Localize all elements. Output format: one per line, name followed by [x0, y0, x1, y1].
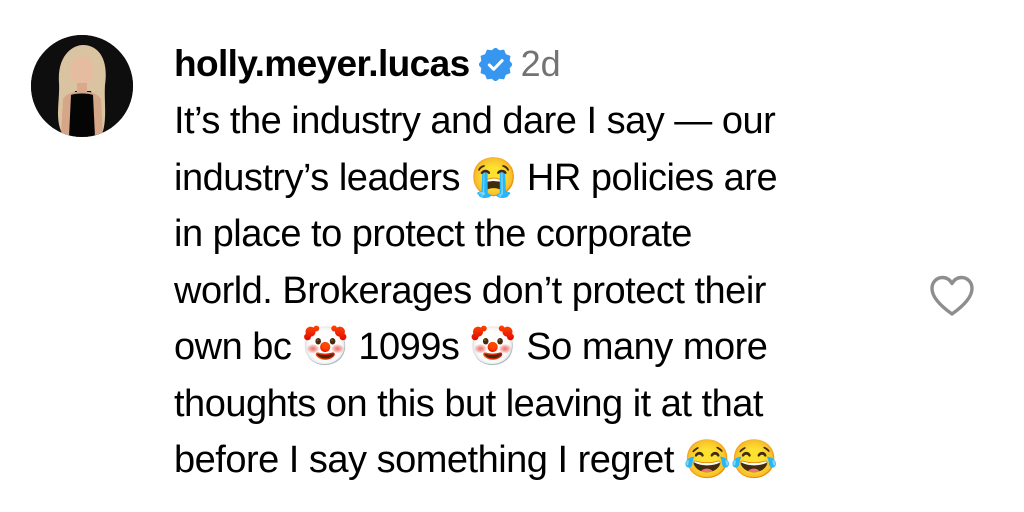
- comment-line: before I say something I regret 😂😂: [174, 439, 778, 481]
- like-button[interactable]: [928, 274, 976, 318]
- comment-line: thoughts on this but leaving it at that: [174, 382, 763, 425]
- profile-photo-image: [31, 35, 133, 137]
- username-link[interactable]: holly.meyer.lucas: [174, 43, 470, 85]
- comment-line: world. Brokerages don’t protect their: [174, 269, 766, 312]
- heart-outline-icon: [930, 275, 974, 316]
- comment-line: own bc 🤡 1099s 🤡 So many more: [174, 326, 768, 368]
- comment-item: holly.meyer.lucas 2d It’s the industry a…: [0, 0, 1024, 512]
- comment-body: holly.meyer.lucas 2d It’s the industry a…: [174, 38, 894, 489]
- comment-timestamp[interactable]: 2d: [521, 43, 561, 85]
- comment-text: It’s the industry and dare I say — our i…: [174, 93, 894, 489]
- avatar[interactable]: [31, 35, 133, 137]
- comment-line: It’s the industry and dare I say — our: [174, 100, 776, 142]
- comment-line: in place to protect the corporate: [174, 213, 692, 255]
- comment-header: holly.meyer.lucas 2d: [174, 38, 894, 90]
- verified-badge-icon: [477, 46, 513, 82]
- comment-line: industry’s leaders 😭 HR policies are: [174, 156, 778, 199]
